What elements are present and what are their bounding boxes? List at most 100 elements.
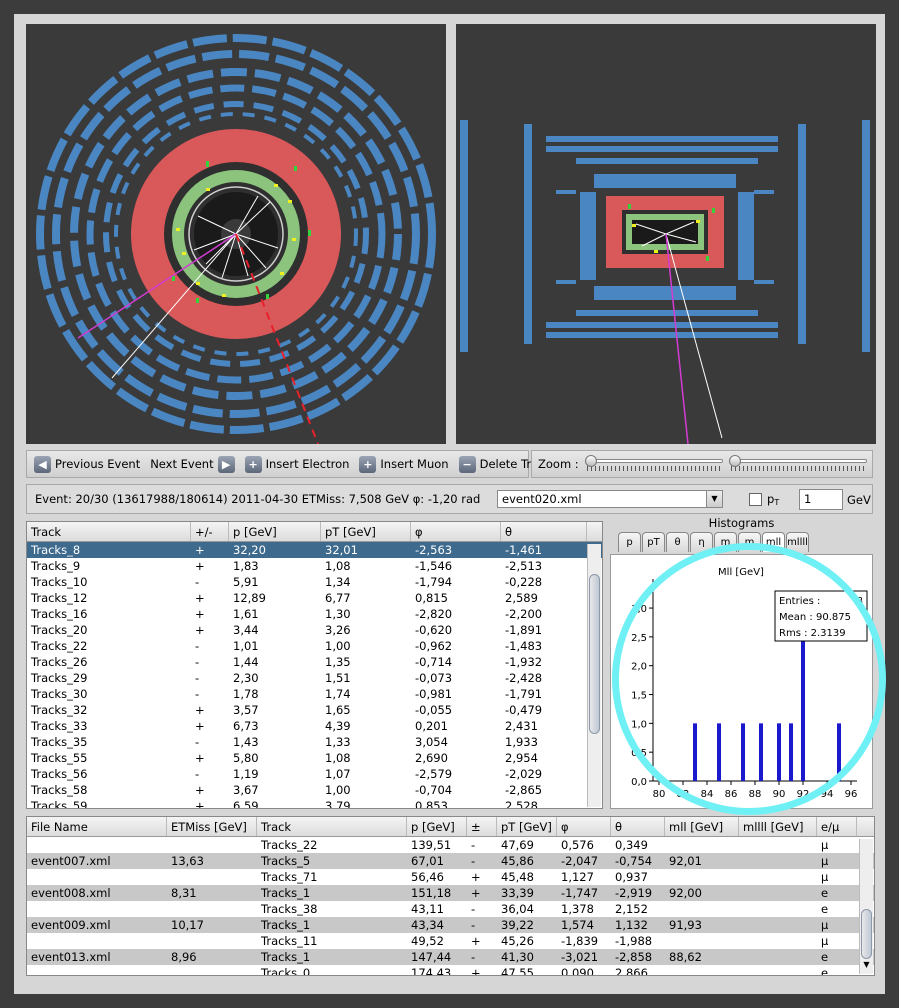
column-header[interactable]: ±: [467, 817, 497, 836]
insert-muon-button[interactable]: + Insert Muon: [356, 455, 451, 473]
table-cell: Tracks_30: [31, 687, 88, 701]
table-row[interactable]: Tracks_8 +32,20 32,01 -2,563 -1,461: [27, 542, 602, 558]
column-header[interactable]: θ: [611, 817, 665, 836]
transverse-detector-view[interactable]: [26, 24, 446, 444]
scroll-down-icon[interactable]: ▼: [861, 960, 872, 972]
table-cell: 2,954: [505, 751, 538, 765]
table-cell: -0,714: [415, 655, 453, 669]
table-cell: Tracks_35: [31, 735, 88, 749]
table-cell: +: [195, 559, 205, 573]
table-cell: [739, 885, 817, 901]
table-cell: 88,62: [669, 950, 702, 964]
table-row[interactable]: event007.xml 13,63 Tracks_5 67,01 - 45,86 -2,0…: [27, 853, 874, 869]
histogram-tab[interactable]: m: [738, 532, 761, 552]
column-header[interactable]: Track: [257, 817, 407, 836]
longitudinal-detector-view[interactable]: [456, 24, 876, 444]
table-row[interactable]: Tracks_59 +6,59 3,79 0,853 2,528: [27, 798, 602, 808]
y-tick-label: 0,0: [631, 777, 647, 788]
previous-event-button[interactable]: ◀ Previous Event: [31, 455, 143, 473]
column-header[interactable]: +/-: [191, 522, 229, 541]
table-row[interactable]: Tracks_32 +3,57 1,65 -0,055 -0,479: [27, 702, 602, 718]
table-cell: Tracks_58: [31, 783, 88, 797]
histogram-tab[interactable]: mllll: [786, 532, 809, 552]
table-row[interactable]: Tracks_38 43,11 - 36,04 1,378 2,152 e: [27, 901, 874, 917]
scrollbar-thumb[interactable]: [861, 909, 872, 959]
column-header[interactable]: pT [GeV]: [497, 817, 557, 836]
table-cell: [27, 901, 167, 917]
column-header[interactable]: mllll [GeV]: [739, 817, 817, 836]
y-tick-label: 2,0: [631, 662, 647, 673]
histogram-tab[interactable]: m: [714, 532, 737, 552]
mll-histogram: Mll [GeV]0,00,51,01,52,02,53,080 82 84 86 88…: [631, 567, 868, 800]
summary-scrollbar[interactable]: ▼: [859, 839, 873, 974]
column-header[interactable]: e/μ: [817, 817, 857, 836]
table-row[interactable]: Tracks_12 +12,89 6,77 0,815 2,589: [27, 590, 602, 606]
histogram-tab[interactable]: η: [690, 532, 713, 552]
table-row[interactable]: Tracks_11 49,52 +45,26 -1,839 -1,988 μ: [27, 933, 874, 949]
histograms-panel: Histograms p pT θ η m m mll mllll Mll [GeV] 0,0 0…: [610, 514, 873, 809]
table-cell: 1,65: [325, 703, 351, 717]
column-header[interactable]: File Name: [27, 817, 167, 836]
event-file-select[interactable]: event020.xml ▼: [497, 490, 723, 508]
histogram-tab[interactable]: θ: [666, 532, 689, 552]
column-header[interactable]: p [GeV]: [407, 817, 467, 836]
table-cell: 92,01: [669, 854, 702, 868]
histogram-tab[interactable]: p: [618, 532, 641, 552]
table-row[interactable]: Tracks_10 - 5,91 1,34 -1,794 -0,228: [27, 574, 602, 590]
table-row[interactable]: Tracks_16 +1,61 1,30 -2,820 -2,200: [27, 606, 602, 622]
table-row[interactable]: Tracks_56 - 1,19 1,07 -2,579 -2,029: [27, 766, 602, 782]
table-row[interactable]: Tracks_29 - 2,30 1,51 -0,073 -2,428: [27, 670, 602, 686]
tracks-scrollbar[interactable]: [587, 544, 601, 807]
table-row[interactable]: Tracks_71 56,46 +45,48 1,127 0,937 μ: [27, 869, 874, 885]
column-header[interactable]: φ: [411, 522, 501, 541]
table-cell: [167, 933, 257, 949]
table-cell: -2,820: [415, 607, 453, 621]
zoom-slider-right[interactable]: [728, 454, 867, 474]
table-cell: -: [195, 767, 200, 781]
table-cell: 3,44: [233, 623, 259, 637]
table-row[interactable]: Tracks_22 - 1,01 1,00 -0,962 -1,483: [27, 638, 602, 654]
table-cell: -2,428: [505, 671, 543, 685]
table-row[interactable]: Tracks_35 - 1,43 1,33 3,054 1,933: [27, 734, 602, 750]
table-row[interactable]: Tracks_33 +6,73 4,39 0,201 2,431: [27, 718, 602, 734]
table-row[interactable]: Tracks_30 - 1,78 1,74 -0,981 -1,791: [27, 686, 602, 702]
histogram-tab[interactable]: mll: [762, 532, 785, 552]
slider-knob[interactable]: [584, 455, 597, 467]
table-row[interactable]: Tracks_0 174,43 +47,55 0,090 2,866 e: [27, 965, 874, 975]
table-row[interactable]: Tracks_9 +1,83 1,08 -1,546 -2,513: [27, 558, 602, 574]
pt-filter-checkbox[interactable]: [749, 493, 762, 506]
table-row[interactable]: Tracks_26 - 1,44 1,35 -0,714 -1,932: [27, 654, 602, 670]
pt-threshold-input[interactable]: 1: [799, 489, 843, 510]
table-cell: Tracks_5: [261, 854, 311, 868]
table-cell: -1,891: [505, 623, 543, 637]
table-cell: 4,39: [325, 719, 351, 733]
table-cell: 8,31: [171, 886, 197, 900]
table-row[interactable]: Tracks_55 +5,80 1,08 2,690 2,954: [27, 750, 602, 766]
column-header[interactable]: pT [GeV]: [321, 522, 411, 541]
table-cell: 1,933: [505, 735, 538, 749]
insert-electron-button[interactable]: + Insert Electron: [242, 455, 353, 473]
next-event-button[interactable]: Next Event ▶: [147, 455, 237, 473]
table-row[interactable]: Tracks_20 +3,44 3,26 -0,620 -1,891: [27, 622, 602, 638]
tracks-table: Track +/- p [GeV] pT [GeV] φ θ Tracks_8 +32,20…: [26, 521, 603, 809]
column-header[interactable]: ETMiss [GeV]: [167, 817, 257, 836]
table-cell: -1,546: [415, 559, 453, 573]
column-header[interactable]: mll [GeV]: [665, 817, 739, 836]
summary-table-header: File Name ETMiss [GeV] Track p [GeV] ± pT [Ge…: [27, 817, 874, 837]
table-row[interactable]: Tracks_22 139,51 - 47,69 0,576 0,349 μ: [27, 837, 874, 853]
histogram-tab[interactable]: pT: [642, 532, 665, 552]
table-row[interactable]: Tracks_58 +3,67 1,00 -0,704 -2,865: [27, 782, 602, 798]
table-cell: Tracks_29: [31, 671, 88, 685]
table-row[interactable]: event009.xml 10,17 Tracks_1 43,34 - 39,22 1,57…: [27, 917, 874, 933]
column-header[interactable]: φ: [557, 817, 611, 836]
table-row[interactable]: event008.xml 8,31 Tracks_1 151,18 +33,39 -1,7…: [27, 885, 874, 901]
table-cell: 1,35: [325, 655, 351, 669]
column-header[interactable]: Track: [27, 522, 191, 541]
scrollbar-thumb[interactable]: [589, 574, 600, 734]
zoom-slider-left[interactable]: [584, 454, 723, 474]
column-header[interactable]: θ: [501, 522, 587, 541]
column-header[interactable]: p [GeV]: [229, 522, 321, 541]
table-cell: 2,690: [415, 751, 448, 765]
slider-knob[interactable]: [728, 455, 741, 467]
table-row[interactable]: event013.xml 8,96 Tracks_1 147,44 - 41,30 -3,0…: [27, 949, 874, 965]
